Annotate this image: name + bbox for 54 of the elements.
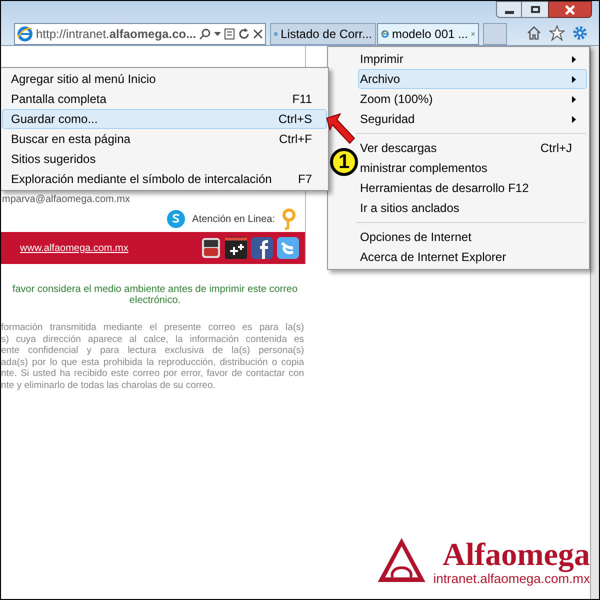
search-icon[interactable] (199, 28, 212, 40)
disclaimer-line: ente confidencial y para lectura exclusiva de la(s) persona(s) (1, 345, 304, 356)
menu-item[interactable]: Zoom (100%) (358, 89, 587, 109)
plus-icon[interactable] (225, 237, 247, 259)
menu-item[interactable]: Buscar en esta página Ctrl+F (2, 129, 327, 149)
close-icon (565, 4, 575, 14)
browser-tab[interactable]: Listado de Corr... (270, 23, 376, 45)
compatibility-icon[interactable] (224, 28, 236, 40)
arrow-icon (326, 113, 356, 145)
disclaimer-line: nte. Si usted ha recibido este correo por error, favor de contactar con (1, 368, 304, 380)
star-icon[interactable] (549, 25, 565, 41)
chat-icon (166, 209, 186, 229)
refresh-icon[interactable] (238, 28, 250, 40)
eco-note-line: electrónico. (128, 295, 182, 306)
disclaimer-line: ada(s) por lo que esta prohibida la reproducción, distribución o copia (1, 356, 304, 368)
close-icon[interactable] (471, 30, 475, 38)
url-text: http://intranet.alfaomega.co... (36, 26, 196, 43)
disclaimer-line: s) cuya dirección aparece al calce, la información contenida es (1, 334, 304, 345)
menu-item[interactable]: Herramientas de desarrollo F12 (358, 178, 587, 198)
home-icon[interactable] (526, 25, 542, 41)
address-bar[interactable]: http://intranet.alfaomega.co... (14, 23, 266, 45)
menu-item[interactable]: Ir a sitios anclados (358, 198, 587, 218)
menu-item[interactable]: Imprimir (358, 49, 587, 69)
brand-url: intranet.alfaomega.com.mx (433, 571, 590, 586)
minimize-button[interactable] (496, 1, 522, 18)
bird-icon[interactable] (277, 237, 299, 259)
settings-icon[interactable] (572, 25, 588, 41)
menu-item[interactable]: Ver descargas Ctrl+J (358, 138, 587, 158)
f-icon[interactable] (251, 237, 273, 259)
close-icon[interactable] (253, 29, 263, 39)
maximize-button[interactable] (522, 1, 548, 18)
disclaimer-line: nte y eliminarlo de todas las charolas de su correo. (1, 380, 216, 391)
scrollbar[interactable] (590, 46, 600, 600)
brand-name: Alfaomega (442, 537, 590, 571)
online-support-label: Atención en Linea: (192, 212, 275, 226)
menu-item[interactable]: Exploración mediante el símbolo de intercalación F7 (2, 169, 327, 189)
menu-item[interactable]: Seguridad (358, 109, 587, 129)
disclaimer-line: formación transmitida mediante el presente correo es para la(s) (1, 322, 304, 334)
menu-item[interactable]: Sitios sugeridos (2, 149, 327, 169)
close-button[interactable] (548, 1, 592, 18)
email-address: mparva@alfaomega.com.mx (1, 194, 131, 206)
browser-tab[interactable]: modelo 001 ... (377, 23, 479, 45)
eco-note-line: favor considera el medio ambiente antes de imprimir este correo (11, 284, 299, 295)
video-icon[interactable] (201, 237, 221, 259)
menu-item[interactable]: Agregar sitio al menú Inicio (2, 69, 327, 89)
menu-item[interactable]: Guardar como... Ctrl+S (2, 109, 327, 129)
menu-item[interactable]: Acerca de Internet Explorer (358, 247, 587, 267)
menu-item[interactable]: Archivo (358, 69, 587, 89)
menu-item[interactable]: Opciones de Internet (358, 227, 587, 247)
menu-item[interactable]: Pantalla completa F11 (2, 89, 327, 109)
browser-logo-icon (17, 26, 33, 42)
website-link[interactable]: www.alfaomega.com.mx (20, 240, 128, 256)
menu-item[interactable]: ministrar complementos (358, 158, 587, 178)
dropdown-icon[interactable] (214, 32, 222, 36)
